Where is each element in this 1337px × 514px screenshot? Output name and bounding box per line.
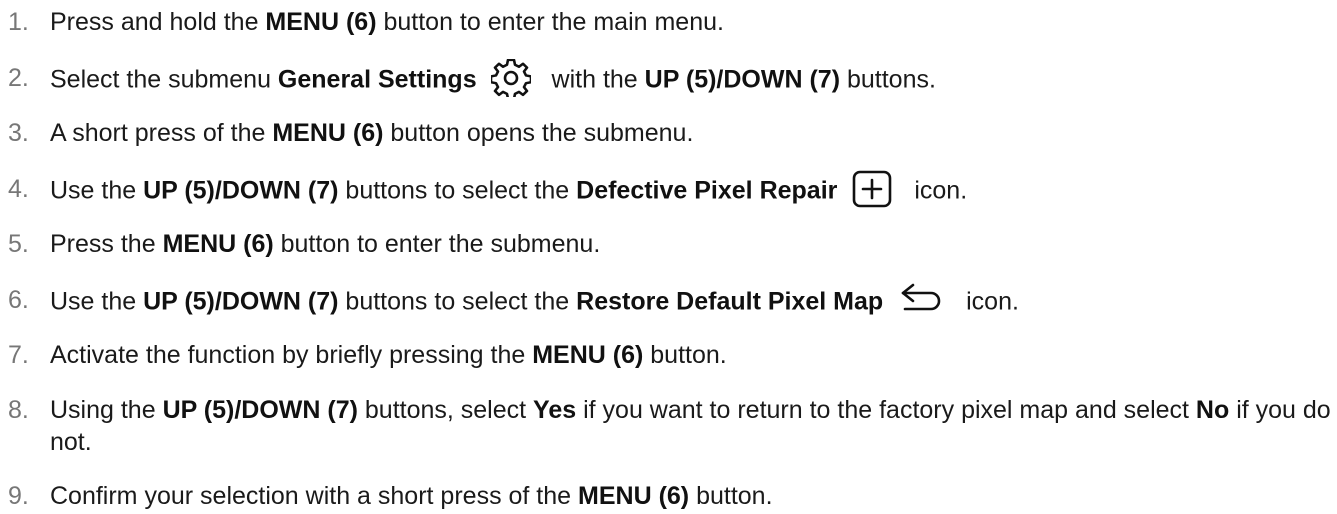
step-1: 1. Press and hold the MENU (6) button to… — [0, 6, 1335, 38]
step-number: 2. — [8, 64, 29, 92]
step-7: 7. Activate the function by briefly pres… — [0, 339, 1335, 371]
step-text: Activate the function by briefly pressin… — [50, 341, 727, 369]
button-name: UP (5)/DOWN (7) — [644, 65, 841, 94]
step-8: 8. Using the UP (5)/DOWN (7) buttons, se… — [0, 394, 1335, 458]
button-name: MENU (6) — [272, 119, 384, 147]
step-text: Use the UP (5)/DOWN (7) buttons to selec… — [50, 281, 1335, 322]
option-yes: Yes — [533, 396, 577, 424]
option-no: No — [1195, 396, 1230, 424]
step-text: A short press of the MENU (6) button ope… — [50, 119, 694, 147]
button-name: UP (5)/DOWN (7) — [143, 287, 339, 316]
step-number: 5. — [8, 230, 29, 258]
step-5: 5. Press the MENU (6) button to enter th… — [0, 228, 1335, 260]
step-number: 8. — [8, 396, 29, 424]
step-number: 9. — [8, 482, 29, 510]
button-name: UP (5)/DOWN (7) — [162, 396, 358, 424]
step-number: 4. — [8, 175, 29, 203]
step-6: 6. Use the UP (5)/DOWN (7) buttons to se… — [0, 281, 1335, 322]
step-number: 3. — [8, 119, 29, 147]
step-4: 4. Use the UP (5)/DOWN (7) buttons to se… — [0, 170, 1335, 211]
button-name: UP (5)/DOWN (7) — [143, 176, 339, 205]
step-text: Press and hold the MENU (6) button to en… — [50, 8, 724, 36]
step-text: Using the UP (5)/DOWN (7) buttons, selec… — [50, 396, 1331, 456]
step-number: 6. — [8, 286, 29, 314]
step-number: 1. — [8, 8, 29, 36]
step-text: Press the MENU (6) button to enter the s… — [50, 230, 601, 258]
return-arrow-icon — [897, 281, 945, 319]
plus-box-icon — [851, 170, 893, 208]
step-text: Use the UP (5)/DOWN (7) buttons to selec… — [50, 170, 1335, 211]
step-text: Select the submenu General Settings with… — [50, 59, 1335, 100]
button-name: MENU (6) — [532, 341, 644, 369]
step-text: Confirm your selection with a short pres… — [50, 482, 773, 510]
instruction-list: 1. Press and hold the MENU (6) button to… — [0, 0, 1337, 514]
menu-name: Defective Pixel Repair — [576, 176, 838, 205]
step-9: 9. Confirm your selection with a short p… — [0, 480, 1335, 512]
step-number: 7. — [8, 341, 29, 369]
menu-name: Restore Default Pixel Map — [576, 287, 884, 316]
button-name: MENU (6) — [162, 230, 274, 258]
button-name: MENU (6) — [265, 8, 377, 36]
button-name: MENU (6) — [578, 482, 690, 510]
step-3: 3. A short press of the MENU (6) button … — [0, 117, 1335, 149]
gear-icon — [490, 59, 531, 97]
step-2: 2. Select the submenu General Settings w… — [0, 59, 1335, 100]
menu-name: General Settings — [277, 65, 477, 94]
